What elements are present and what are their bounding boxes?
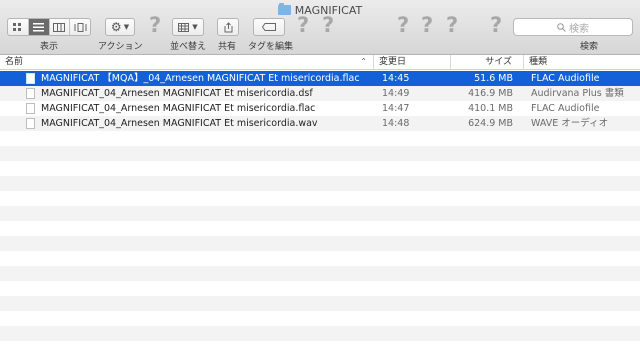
empty-row — [0, 146, 640, 161]
file-date: 14:48 — [382, 118, 410, 129]
empty-row — [0, 266, 640, 281]
column-header: 名前 ⌃ 変更日 サイズ 種類 — [0, 55, 640, 70]
empty-row — [0, 326, 640, 341]
icon-view-icon — [13, 22, 22, 31]
arrange-button[interactable]: ▼ — [172, 18, 204, 36]
view-label: 表示 — [40, 42, 59, 52]
empty-row — [0, 281, 640, 296]
unknown-item-icon[interactable]: ? — [490, 13, 502, 37]
file-date: 14:45 — [382, 73, 410, 84]
file-kind: Audirvana Plus 書類 — [531, 88, 624, 99]
file-date: 14:47 — [382, 103, 410, 114]
list-view-icon — [33, 22, 45, 31]
file-name: MAGNIFICAT_04_Arnesen MAGNIFICAT Et mise… — [41, 118, 318, 129]
file-list: MAGNIFICAT 【MQA】_04_Arnesen MAGNIFICAT E… — [0, 71, 640, 131]
file-row[interactable]: MAGNIFICAT 【MQA】_04_Arnesen MAGNIFICAT E… — [0, 71, 640, 86]
file-icon — [26, 88, 35, 99]
action-button[interactable]: ⚙ ▼ — [105, 18, 135, 36]
column-header-size[interactable]: サイズ — [450, 55, 523, 70]
column-header-kind[interactable]: 種類 — [523, 55, 640, 70]
file-size: 410.1 MB — [468, 103, 513, 114]
view-mode-control — [7, 18, 91, 36]
coverflow-view-button[interactable] — [70, 19, 90, 35]
unknown-item-icon[interactable]: ? — [297, 13, 309, 37]
empty-row — [0, 221, 640, 236]
file-size: 624.9 MB — [468, 118, 513, 129]
share-label: 共有 — [218, 42, 237, 52]
empty-row — [0, 161, 640, 176]
unknown-item-icon[interactable]: ? — [421, 13, 433, 37]
search-icon — [557, 22, 566, 32]
column-name-label: 名前 — [5, 57, 24, 67]
edit-tags-button[interactable] — [253, 18, 285, 36]
column-header-name[interactable]: 名前 ⌃ — [0, 55, 373, 70]
folder-icon — [277, 3, 291, 15]
empty-row — [0, 341, 640, 345]
share-icon — [224, 21, 232, 32]
search-placeholder: 検索 — [569, 23, 589, 35]
unknown-item-icon[interactable]: ? — [149, 13, 161, 37]
file-icon — [26, 73, 35, 84]
share-button[interactable] — [217, 18, 239, 36]
column-date-label: 変更日 — [379, 57, 407, 67]
file-date: 14:49 — [382, 88, 410, 99]
file-size: 416.9 MB — [468, 88, 513, 99]
sort-ascending-icon: ⌃ — [360, 57, 367, 66]
file-name: MAGNIFICAT 【MQA】_04_Arnesen MAGNIFICAT E… — [41, 73, 360, 84]
chevron-down-icon: ▼ — [123, 23, 130, 31]
arrange-grid-icon — [178, 22, 190, 32]
file-icon — [26, 118, 35, 129]
column-view-icon — [53, 22, 66, 32]
list-view-button[interactable] — [28, 19, 50, 35]
file-row[interactable]: MAGNIFICAT_04_Arnesen MAGNIFICAT Et mise… — [0, 86, 640, 101]
file-name: MAGNIFICAT_04_Arnesen MAGNIFICAT Et mise… — [41, 103, 316, 114]
empty-row — [0, 236, 640, 251]
search-label: 検索 — [580, 42, 599, 52]
empty-row — [0, 311, 640, 326]
file-row[interactable]: MAGNIFICAT_04_Arnesen MAGNIFICAT Et mise… — [0, 101, 640, 116]
empty-row — [0, 206, 640, 221]
file-kind: WAVE オーディオ — [531, 118, 609, 129]
arrange-label: 並べ替え — [170, 42, 207, 52]
icon-view-button[interactable] — [8, 19, 29, 35]
file-size: 51.6 MB — [474, 73, 513, 84]
column-size-label: サイズ — [485, 57, 512, 67]
file-kind: FLAC Audiofile — [531, 73, 600, 84]
window-title: MAGNIFICAT — [0, 3, 640, 17]
file-icon — [26, 103, 35, 114]
empty-row — [0, 131, 640, 146]
tag-icon — [262, 23, 276, 31]
empty-row — [0, 176, 640, 191]
file-kind: FLAC Audiofile — [531, 103, 600, 114]
column-view-button[interactable] — [50, 19, 71, 35]
column-header-date[interactable]: 変更日 — [373, 55, 450, 70]
gear-icon: ⚙ — [110, 20, 122, 34]
toolbar: MAGNIFICAT 表示 ⚙ ▼ アクション ? ▼ 並べ替え 共有 タグを編… — [0, 0, 640, 55]
unknown-item-icon[interactable]: ? — [322, 13, 334, 37]
tags-label: タグを編集 — [248, 42, 294, 52]
empty-row — [0, 251, 640, 266]
column-kind-label: 種類 — [529, 57, 548, 67]
coverflow-view-icon — [74, 22, 87, 32]
empty-row — [0, 191, 640, 206]
file-name: MAGNIFICAT_04_Arnesen MAGNIFICAT Et mise… — [41, 88, 313, 99]
action-label: アクション — [98, 42, 143, 52]
unknown-item-icon[interactable]: ? — [397, 13, 409, 37]
search-field[interactable]: 検索 — [513, 18, 633, 36]
empty-row — [0, 296, 640, 311]
file-row[interactable]: MAGNIFICAT_04_Arnesen MAGNIFICAT Et mise… — [0, 116, 640, 131]
chevron-down-icon: ▼ — [192, 23, 198, 31]
unknown-item-icon[interactable]: ? — [446, 13, 458, 37]
